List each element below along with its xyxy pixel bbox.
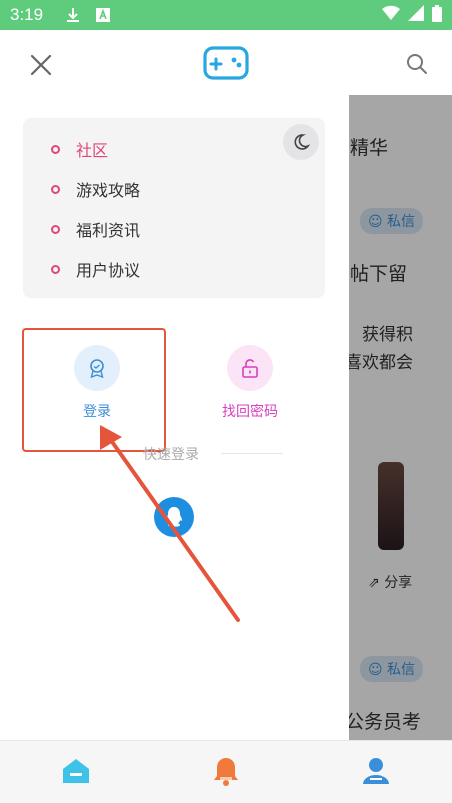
divider <box>221 453 283 454</box>
home-icon <box>63 759 89 783</box>
annotation-highlight-box <box>22 328 166 452</box>
wifi-icon <box>382 5 400 25</box>
drawer-header <box>0 30 452 95</box>
menu-item-label: 游戏攻略 <box>76 181 141 200</box>
menu-item-label: 福利资讯 <box>76 221 141 240</box>
search-button[interactable] <box>405 52 429 76</box>
close-button[interactable] <box>28 52 54 78</box>
recover-password-label: 找回密码 <box>222 404 278 420</box>
moon-icon <box>294 134 310 150</box>
user-icon <box>363 758 389 784</box>
bottom-nav <box>0 740 452 803</box>
night-mode-button[interactable] <box>283 124 319 160</box>
menu-item-label: 用户协议 <box>76 261 141 280</box>
tab-profile[interactable] <box>360 755 392 787</box>
gamepad-icon <box>203 44 249 82</box>
recover-password-button[interactable]: 找回密码 <box>200 345 300 421</box>
recover-icon-circle <box>227 345 273 391</box>
status-bar: 3:19 <box>0 0 452 30</box>
battery-icon <box>432 4 442 26</box>
a-badge-icon <box>93 5 113 25</box>
quick-login-label: 快速登录 <box>143 447 199 463</box>
signal-icon <box>408 5 424 25</box>
menu-item-game-guides[interactable]: 游戏攻略 <box>51 177 140 201</box>
search-icon <box>407 54 427 74</box>
qq-login-button[interactable] <box>154 497 194 537</box>
qq-icon <box>166 507 182 527</box>
download-icon <box>63 5 83 25</box>
bell-icon <box>214 758 238 786</box>
status-time: 3:19 <box>10 5 44 24</box>
scrim-overlay[interactable] <box>349 95 452 740</box>
lock-open-icon <box>242 359 258 378</box>
tab-home[interactable] <box>60 755 92 787</box>
menu-item-welfare-news[interactable]: 福利资讯 <box>51 217 140 241</box>
close-icon <box>30 54 52 76</box>
menu-item-label: 社区 <box>76 141 109 160</box>
bullet-icon <box>51 224 60 234</box>
bullet-icon <box>51 144 60 154</box>
menu-card: 社区 游戏攻略 福利资讯 用户协议 <box>23 118 325 298</box>
bullet-icon <box>51 264 60 274</box>
tab-notifications[interactable] <box>210 755 242 787</box>
menu-item-community[interactable]: 社区 <box>51 137 108 161</box>
bullet-icon <box>51 184 60 194</box>
menu-item-user-agreement[interactable]: 用户协议 <box>51 257 140 281</box>
